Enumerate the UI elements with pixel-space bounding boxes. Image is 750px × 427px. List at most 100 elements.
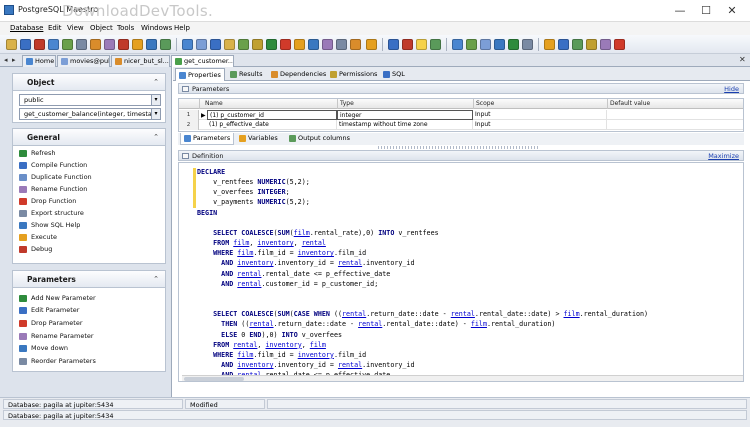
cell-type[interactable]: integer [337,110,473,120]
cell-type[interactable]: timestamp without time zone [337,120,473,130]
cell-default[interactable] [607,110,743,120]
minimize-button[interactable]: — [668,3,692,19]
drop-object-icon[interactable] [118,39,129,50]
column-header-type[interactable]: Type [340,100,354,107]
tab-properties[interactable]: Properties [175,68,225,81]
collapse-icon[interactable]: ⌃ [153,78,159,86]
menu-database[interactable]: Database [10,24,43,32]
database-icon[interactable] [48,39,59,50]
export-structure-action[interactable]: Export structure [18,207,84,219]
cell-scope[interactable]: Input [473,120,607,130]
function-icon[interactable] [294,39,305,50]
refresh-action[interactable]: Refresh [18,147,56,159]
open-icon[interactable] [6,39,17,50]
tile-icon[interactable] [466,39,477,50]
tab-results[interactable]: Results [227,68,267,81]
report-icon[interactable] [196,39,207,50]
drop-function-action[interactable]: Drop Function [18,195,76,207]
collapse-icon[interactable]: ⌃ [153,133,159,141]
table-row[interactable]: 1 ▶ (1) p_customer_id integer Input [179,110,743,120]
function-select[interactable]: get_customer_balance(integer, timestamp … [19,108,161,120]
tab-sql[interactable]: SQL [380,68,408,81]
duplicate-function-action[interactable]: Duplicate Function [18,171,92,183]
grid-icon[interactable] [430,39,441,50]
doc-tab-home[interactable]: Home [22,55,56,67]
connect-icon[interactable] [20,39,31,50]
filter-icon[interactable] [388,39,399,50]
close-tab-icon[interactable]: ✕ [739,55,746,64]
query-builder-icon[interactable] [160,39,171,50]
cell-name[interactable]: (1) p_customer_id [207,110,337,120]
cell-default[interactable] [607,120,743,130]
cell-scope[interactable]: Input [473,110,607,120]
function-definition-code[interactable]: DECLARE v_rentfees NUMERIC(5,2); v_overf… [197,167,648,381]
column-header-name[interactable]: Name [205,100,223,107]
edit-parameter-action[interactable]: Edit Parameter [18,304,79,316]
tab-scroll-left-icon[interactable]: ◂ [4,56,8,64]
menu-help[interactable]: Help [174,24,190,32]
debug-action[interactable]: Debug [18,243,52,255]
new-object-icon[interactable] [90,39,101,50]
schema-select[interactable]: public ▾ [19,94,161,106]
tab-permissions[interactable]: Permissions [327,68,379,81]
maximize-link[interactable]: Maximize [708,152,739,160]
forward-icon[interactable] [508,39,519,50]
doc-tab-movies[interactable]: movies@public [57,55,110,67]
table-icon[interactable] [266,39,277,50]
domain-icon[interactable] [322,39,333,50]
collapse-icon[interactable]: ⌃ [153,275,159,283]
import-data-icon[interactable] [224,39,235,50]
horizontal-scrollbar[interactable] [182,375,743,381]
tab-dependencies[interactable]: Dependencies [268,68,326,81]
stop-icon[interactable] [614,39,625,50]
menu-object[interactable]: Object [90,24,113,32]
panel-splitter[interactable] [378,146,538,149]
sort-icon[interactable] [402,39,413,50]
column-header-default[interactable]: Default value [610,100,650,107]
menu-view[interactable]: View [67,24,84,32]
table-row[interactable]: 2 (1) p_effective_date timestamp without… [179,120,743,130]
object-section-header[interactable]: Object ⌃ [12,73,166,91]
cascade-icon[interactable] [480,39,491,50]
trigger-icon[interactable] [336,39,347,50]
close-window-button[interactable]: ✕ [720,3,744,19]
view-icon[interactable] [280,39,291,50]
script-icon[interactable] [132,39,143,50]
hide-link[interactable]: Hide [724,85,739,93]
close-all-icon[interactable] [522,39,533,50]
edit-object-icon[interactable] [104,39,115,50]
user-icon[interactable] [350,39,361,50]
column-header-scope[interactable]: Scope [476,100,494,107]
object-browser-icon[interactable] [558,39,569,50]
about-icon[interactable] [600,39,611,50]
move-down-action[interactable]: Move down [18,342,68,354]
add-new-parameter-action[interactable]: Add New Parameter [18,292,96,304]
export-data-icon[interactable] [210,39,221,50]
tab-scroll-right-icon[interactable]: ▸ [12,56,16,64]
menu-windows[interactable]: Windows [141,24,172,32]
drop-parameter-action[interactable]: Drop Parameter [18,317,83,329]
reorder-parameters-action[interactable]: Reorder Parameters [18,355,96,367]
highlight-icon[interactable] [416,39,427,50]
restore-icon[interactable] [252,39,263,50]
scrollbar-thumb[interactable] [184,377,244,381]
maximize-button[interactable]: ☐ [694,3,718,19]
home-icon[interactable] [544,39,555,50]
chevron-down-icon[interactable]: ▾ [151,95,160,105]
sql-help-icon[interactable] [572,39,583,50]
chevron-down-icon[interactable]: ▾ [151,109,160,119]
disconnect-icon[interactable] [34,39,45,50]
compile-function-action[interactable]: Compile Function [18,159,87,171]
execute-action[interactable]: Execute [18,231,57,243]
doc-tab-nicer-but-slower[interactable]: nicer_but_sl... [111,55,170,67]
tab-parameters[interactable]: Parameters [180,133,234,145]
tab-output-columns[interactable]: Output columns [286,133,356,145]
refresh-db-icon[interactable] [62,39,73,50]
sql-editor-icon[interactable] [146,39,157,50]
sequence-icon[interactable] [308,39,319,50]
menu-tools[interactable]: Tools [117,24,134,32]
chart-icon[interactable] [182,39,193,50]
sql-editor[interactable]: DECLARE v_rentfees NUMERIC(5,2); v_overf… [178,162,744,382]
menu-edit[interactable]: Edit [48,24,62,32]
execute-toolbar-icon[interactable] [366,39,377,50]
